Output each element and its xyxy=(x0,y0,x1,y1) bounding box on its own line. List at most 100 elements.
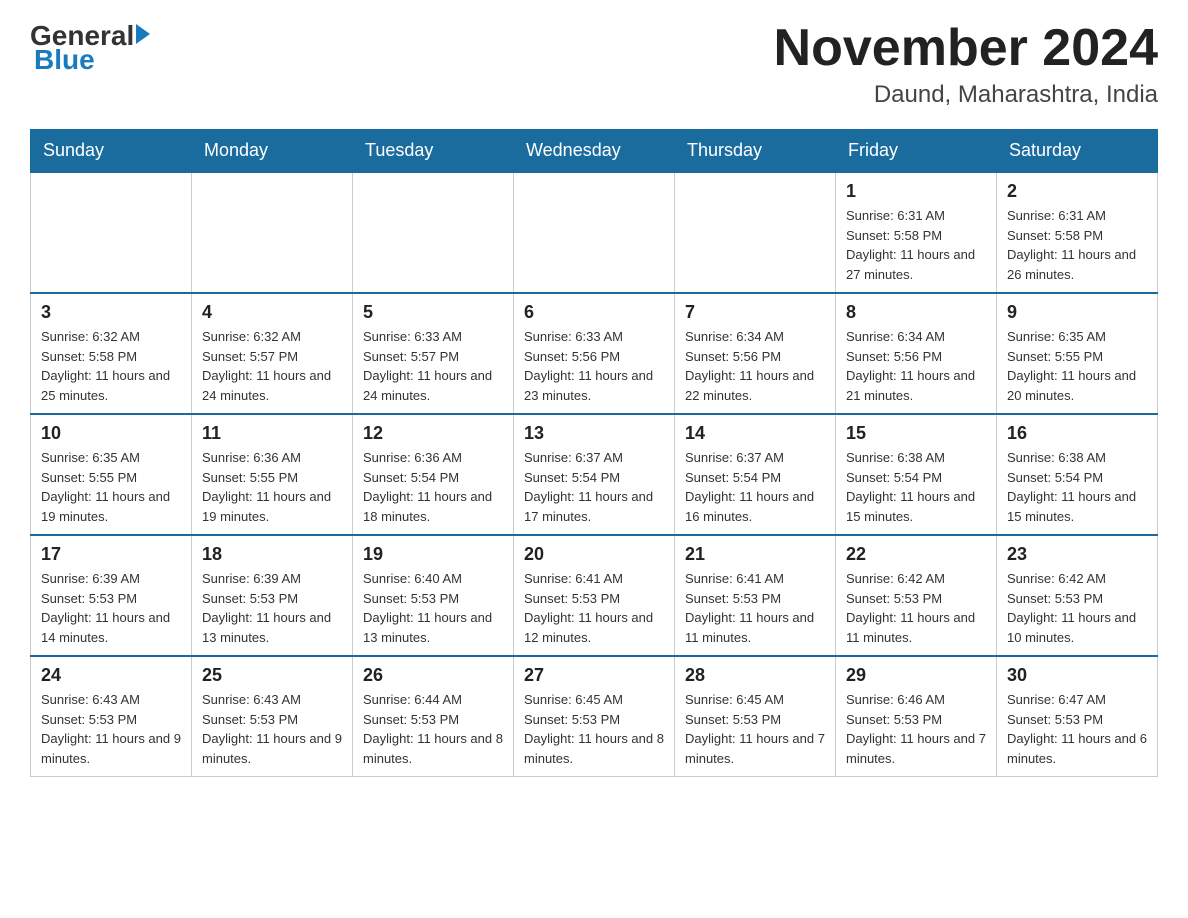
day-info: Sunrise: 6:33 AMSunset: 5:57 PMDaylight:… xyxy=(363,327,503,405)
calendar-cell: 16 Sunrise: 6:38 AMSunset: 5:54 PMDayligh… xyxy=(997,414,1158,535)
day-info: Sunrise: 6:38 AMSunset: 5:54 PMDaylight:… xyxy=(1007,448,1147,526)
day-number: 25 xyxy=(202,665,342,686)
calendar-cell: 25 Sunrise: 6:43 AMSunset: 5:53 PMDayligh… xyxy=(192,656,353,777)
calendar-week-3: 10Sunrise: 6:35 AMSunset: 5:55 PMDayligh… xyxy=(31,414,1158,535)
day-number: 22 xyxy=(846,544,986,565)
calendar-cell xyxy=(514,172,675,293)
day-info: Sunrise: 6:41 AMSunset: 5:53 PMDaylight:… xyxy=(685,569,825,647)
title-block: November 2024 Daund, Maharashtra, India xyxy=(774,20,1158,109)
day-info: Sunrise: 6:44 AMSunset: 5:53 PMDaylight:… xyxy=(363,690,503,768)
day-info: Sunrise: 6:45 AMSunset: 5:53 PMDaylight:… xyxy=(685,690,825,768)
day-info: Sunrise: 6:43 AMSunset: 5:53 PMDaylight:… xyxy=(202,690,342,768)
day-number: 21 xyxy=(685,544,825,565)
day-info: Sunrise: 6:34 AMSunset: 5:56 PMDaylight:… xyxy=(846,327,986,405)
calendar-week-5: 24 Sunrise: 6:43 AMSunset: 5:53 PMDayligh… xyxy=(31,656,1158,777)
day-info: Sunrise: 6:39 AMSunset: 5:53 PMDaylight:… xyxy=(202,569,342,647)
day-number: 30 xyxy=(1007,665,1147,686)
day-number: 27 xyxy=(524,665,664,686)
calendar-header-monday: Monday xyxy=(192,130,353,173)
day-info: Sunrise: 6:38 AMSunset: 5:54 PMDaylight:… xyxy=(846,448,986,526)
day-number: 2 xyxy=(1007,181,1147,202)
day-info: Sunrise: 6:41 AMSunset: 5:53 PMDaylight:… xyxy=(524,569,664,647)
day-number: 11 xyxy=(202,423,342,444)
day-number: 26 xyxy=(363,665,503,686)
day-info: Sunrise: 6:42 AMSunset: 5:53 PMDaylight:… xyxy=(846,569,986,647)
day-info: Sunrise: 6:36 AMSunset: 5:54 PMDaylight:… xyxy=(363,448,503,526)
calendar-cell: 30Sunrise: 6:47 AMSunset: 5:53 PMDayligh… xyxy=(997,656,1158,777)
day-number: 15 xyxy=(846,423,986,444)
calendar-header-thursday: Thursday xyxy=(675,130,836,173)
day-number: 29 xyxy=(846,665,986,686)
calendar-cell: 24Sunrise: 6:43 AMSunset: 5:53 PMDayligh… xyxy=(31,656,192,777)
day-number: 1 xyxy=(846,181,986,202)
day-number: 14 xyxy=(685,423,825,444)
calendar-header-wednesday: Wednesday xyxy=(514,130,675,173)
calendar-cell: 2Sunrise: 6:31 AMSunset: 5:58 PMDaylight… xyxy=(997,172,1158,293)
day-number: 9 xyxy=(1007,302,1147,323)
logo: General Blue xyxy=(30,20,150,76)
calendar-cell: 13 Sunrise: 6:37 AMSunset: 5:54 PMDayligh… xyxy=(514,414,675,535)
day-info: Sunrise: 6:31 AMSunset: 5:58 PMDaylight:… xyxy=(846,206,986,284)
calendar-cell: 14 Sunrise: 6:37 AMSunset: 5:54 PMDayligh… xyxy=(675,414,836,535)
day-number: 17 xyxy=(41,544,181,565)
day-number: 28 xyxy=(685,665,825,686)
calendar-cell: 28 Sunrise: 6:45 AMSunset: 5:53 PMDayligh… xyxy=(675,656,836,777)
day-info: Sunrise: 6:35 AMSunset: 5:55 PMDaylight:… xyxy=(1007,327,1147,405)
calendar-cell xyxy=(675,172,836,293)
day-info: Sunrise: 6:32 AMSunset: 5:57 PMDaylight:… xyxy=(202,327,342,405)
calendar-cell: 9 Sunrise: 6:35 AMSunset: 5:55 PMDaylight… xyxy=(997,293,1158,414)
calendar-cell: 29 Sunrise: 6:46 AMSunset: 5:53 PMDayligh… xyxy=(836,656,997,777)
day-info: Sunrise: 6:32 AMSunset: 5:58 PMDaylight:… xyxy=(41,327,181,405)
calendar-header-saturday: Saturday xyxy=(997,130,1158,173)
day-number: 20 xyxy=(524,544,664,565)
day-number: 12 xyxy=(363,423,503,444)
page-header: General Blue November 2024 Daund, Mahara… xyxy=(30,20,1158,109)
calendar-cell: 8 Sunrise: 6:34 AMSunset: 5:56 PMDaylight… xyxy=(836,293,997,414)
calendar-cell: 6 Sunrise: 6:33 AMSunset: 5:56 PMDaylight… xyxy=(514,293,675,414)
day-info: Sunrise: 6:39 AMSunset: 5:53 PMDaylight:… xyxy=(41,569,181,647)
calendar-header-sunday: Sunday xyxy=(31,130,192,173)
calendar-cell: 19Sunrise: 6:40 AMSunset: 5:53 PMDayligh… xyxy=(353,535,514,656)
logo-blue-text: Blue xyxy=(30,44,95,76)
day-number: 7 xyxy=(685,302,825,323)
day-number: 3 xyxy=(41,302,181,323)
calendar-cell: 4 Sunrise: 6:32 AMSunset: 5:57 PMDaylight… xyxy=(192,293,353,414)
day-number: 24 xyxy=(41,665,181,686)
day-number: 4 xyxy=(202,302,342,323)
day-info: Sunrise: 6:46 AMSunset: 5:53 PMDaylight:… xyxy=(846,690,986,768)
calendar-cell: 10Sunrise: 6:35 AMSunset: 5:55 PMDayligh… xyxy=(31,414,192,535)
calendar-cell: 15 Sunrise: 6:38 AMSunset: 5:54 PMDayligh… xyxy=(836,414,997,535)
calendar-cell: 1 Sunrise: 6:31 AMSunset: 5:58 PMDaylight… xyxy=(836,172,997,293)
day-info: Sunrise: 6:36 AMSunset: 5:55 PMDaylight:… xyxy=(202,448,342,526)
calendar-header-tuesday: Tuesday xyxy=(353,130,514,173)
calendar-cell xyxy=(31,172,192,293)
day-number: 8 xyxy=(846,302,986,323)
day-info: Sunrise: 6:37 AMSunset: 5:54 PMDaylight:… xyxy=(524,448,664,526)
day-number: 13 xyxy=(524,423,664,444)
calendar-week-1: 1 Sunrise: 6:31 AMSunset: 5:58 PMDaylight… xyxy=(31,172,1158,293)
day-info: Sunrise: 6:33 AMSunset: 5:56 PMDaylight:… xyxy=(524,327,664,405)
calendar-cell: 17 Sunrise: 6:39 AMSunset: 5:53 PMDayligh… xyxy=(31,535,192,656)
calendar-cell: 18Sunrise: 6:39 AMSunset: 5:53 PMDayligh… xyxy=(192,535,353,656)
calendar-header-row: SundayMondayTuesdayWednesdayThursdayFrid… xyxy=(31,130,1158,173)
calendar-cell xyxy=(192,172,353,293)
day-number: 23 xyxy=(1007,544,1147,565)
day-number: 10 xyxy=(41,423,181,444)
day-number: 5 xyxy=(363,302,503,323)
calendar-header-friday: Friday xyxy=(836,130,997,173)
day-info: Sunrise: 6:37 AMSunset: 5:54 PMDaylight:… xyxy=(685,448,825,526)
month-title: November 2024 xyxy=(774,20,1158,77)
day-number: 6 xyxy=(524,302,664,323)
day-info: Sunrise: 6:40 AMSunset: 5:53 PMDaylight:… xyxy=(363,569,503,647)
calendar-table: SundayMondayTuesdayWednesdayThursdayFrid… xyxy=(30,129,1158,777)
calendar-week-4: 17 Sunrise: 6:39 AMSunset: 5:53 PMDayligh… xyxy=(31,535,1158,656)
logo-arrow-icon xyxy=(136,24,150,44)
day-number: 16 xyxy=(1007,423,1147,444)
calendar-cell: 11 Sunrise: 6:36 AMSunset: 5:55 PMDayligh… xyxy=(192,414,353,535)
calendar-cell: 7Sunrise: 6:34 AMSunset: 5:56 PMDaylight… xyxy=(675,293,836,414)
calendar-cell: 20 Sunrise: 6:41 AMSunset: 5:53 PMDayligh… xyxy=(514,535,675,656)
calendar-cell: 23 Sunrise: 6:42 AMSunset: 5:53 PMDayligh… xyxy=(997,535,1158,656)
calendar-week-2: 3 Sunrise: 6:32 AMSunset: 5:58 PMDaylight… xyxy=(31,293,1158,414)
day-info: Sunrise: 6:45 AMSunset: 5:53 PMDaylight:… xyxy=(524,690,664,768)
day-info: Sunrise: 6:42 AMSunset: 5:53 PMDaylight:… xyxy=(1007,569,1147,647)
